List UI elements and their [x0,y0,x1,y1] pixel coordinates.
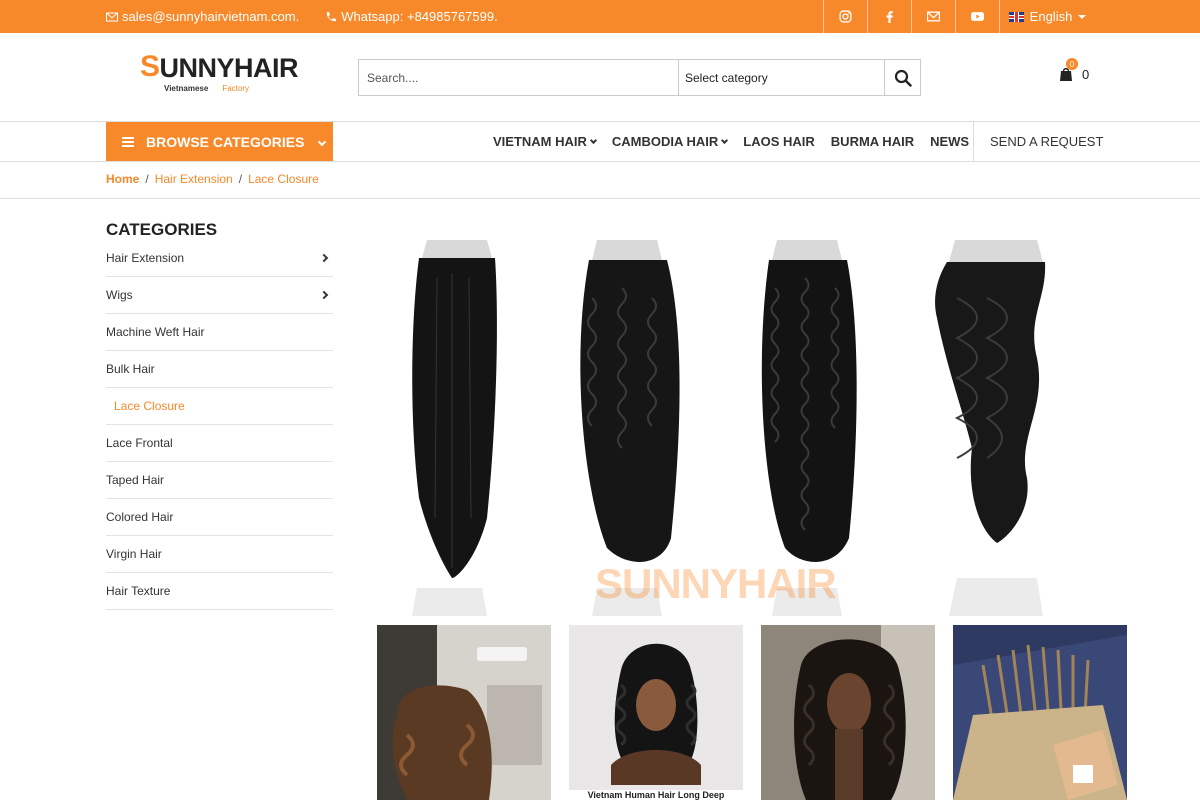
breadcrumb-separator: / [145,172,149,186]
caret-down-icon [1078,14,1087,19]
category-hair-extension[interactable]: Hair Extension [106,240,333,277]
breadcrumb-separator: / [238,172,243,186]
language-label: English [1029,9,1073,24]
email-text: sales@sunnyhairvietnam.com. [122,9,300,24]
youtube-icon [971,12,984,21]
language-selector[interactable]: English [999,0,1095,33]
chevron-down-icon [317,137,327,147]
loose-wave-closure-image [935,240,1046,543]
breadcrumb-hair-extension[interactable]: Hair Extension [155,172,233,186]
chevron-right-icon [319,290,329,300]
facebook-icon [886,11,893,23]
whatsapp-text: Whatsapp: +84985767599. [341,9,498,24]
youtube-button[interactable] [955,0,999,33]
categories-title: CATEGORIES [106,220,218,239]
category-taped-hair[interactable]: Taped Hair [106,462,333,499]
nav-burma-hair[interactable]: BURMA HAIR [831,134,914,149]
site-logo[interactable]: S U NNY H AIR Vietnamese Factory [140,50,300,102]
search-button[interactable] [885,60,920,95]
email-link[interactable]: sales@sunnyhairvietnam.com. [106,9,299,24]
browse-categories-button[interactable]: BROWSE CATEGORIES [106,122,333,161]
category-list: Hair Extension Wigs Machine Weft Hair Bu… [106,240,333,610]
search-bar: Search.... Select category [358,59,921,96]
nav-cambodia-hair[interactable]: CAMBODIA HAIR [612,134,729,149]
contact-info: sales@sunnyhairvietnam.com. Whatsapp: +8… [106,0,498,33]
instagram-button[interactable] [823,0,867,33]
main-nav: VIETNAM HAIR CAMBODIA HAIR LAOS HAIR BUR… [493,122,969,161]
instagram-icon [839,10,852,23]
chevron-right-icon [319,253,329,263]
facebook-button[interactable] [867,0,911,33]
cart-count: 0 [1082,66,1090,82]
top-bar: sales@sunnyhairvietnam.com. Whatsapp: +8… [0,0,1200,33]
thumbnail-caption: Vietnam Human Hair Long Deep [569,790,743,800]
breadcrumb: Home / Hair Extension / Lace Closure [106,172,319,186]
logo-wordmark: S U NNY H AIR [140,50,299,83]
breadcrumb-lace-closure[interactable]: Lace Closure [248,172,319,186]
product-thumbnail[interactable]: Vietnam Human Hair Long Deep [569,625,743,800]
menu-icon [122,136,134,147]
category-machine-weft-hair[interactable]: Machine Weft Hair [106,314,333,351]
water-wave-closure-image [761,240,857,562]
long-deep-wave-wig-photo [569,625,743,800]
category-lace-closure[interactable]: Lace Closure [106,388,333,425]
chevron-down-icon [589,136,597,144]
body-wave-wig-photo [377,625,551,800]
envelope-icon [927,11,940,22]
category-virgin-hair[interactable]: Virgin Hair [106,536,333,573]
breadcrumb-home[interactable]: Home [106,172,139,186]
product-thumbnails: Vietnam Human Hair Long Deep [377,625,1127,800]
logo-tagline: Vietnamese Factory [164,84,249,93]
social-links: English [823,0,1095,33]
shopping-bag-icon: 0 [1058,58,1078,82]
send-request-link[interactable]: SEND A REQUEST [990,122,1103,161]
curly-wig-photo [761,625,935,800]
search-icon [894,69,912,87]
category-hair-texture[interactable]: Hair Texture [106,573,333,610]
category-bulk-hair[interactable]: Bulk Hair [106,351,333,388]
lace-closure-illustration [412,240,1046,616]
breadcrumb-divider [0,198,1200,199]
nav-news[interactable]: NEWS [930,134,969,149]
whatsapp-link[interactable]: Whatsapp: +84985767599. [325,9,498,24]
category-banner-image [357,218,1128,616]
keratin-tip-hair-photo [953,625,1127,800]
nav-laos-hair[interactable]: LAOS HAIR [743,134,815,149]
browse-label: BROWSE CATEGORIES [146,133,305,150]
straight-closure-image [412,240,497,578]
uk-flag-icon [1008,11,1024,22]
product-thumbnail[interactable] [761,625,935,800]
cart-badge: 0 [1066,58,1078,70]
nav-vietnam-hair[interactable]: VIETNAM HAIR [493,134,597,149]
phone-icon [327,11,337,21]
category-lace-frontal[interactable]: Lace Frontal [106,425,333,462]
nav-divider-bottom [0,161,1200,162]
cart-button[interactable]: 0 0 [1058,58,1090,82]
nav-separator [973,122,974,161]
product-thumbnail[interactable] [377,625,551,800]
search-input[interactable]: Search.... [359,60,679,95]
category-colored-hair[interactable]: Colored Hair [106,499,333,536]
product-thumbnail[interactable] [953,625,1127,800]
category-wigs[interactable]: Wigs [106,277,333,314]
curly-closure-image [580,240,680,562]
chevron-down-icon [721,136,729,144]
envelope-icon [106,12,118,21]
mail-button[interactable] [911,0,955,33]
watermark-text: SUNNYHAIR [595,560,837,607]
category-select[interactable]: Select category [679,60,885,95]
